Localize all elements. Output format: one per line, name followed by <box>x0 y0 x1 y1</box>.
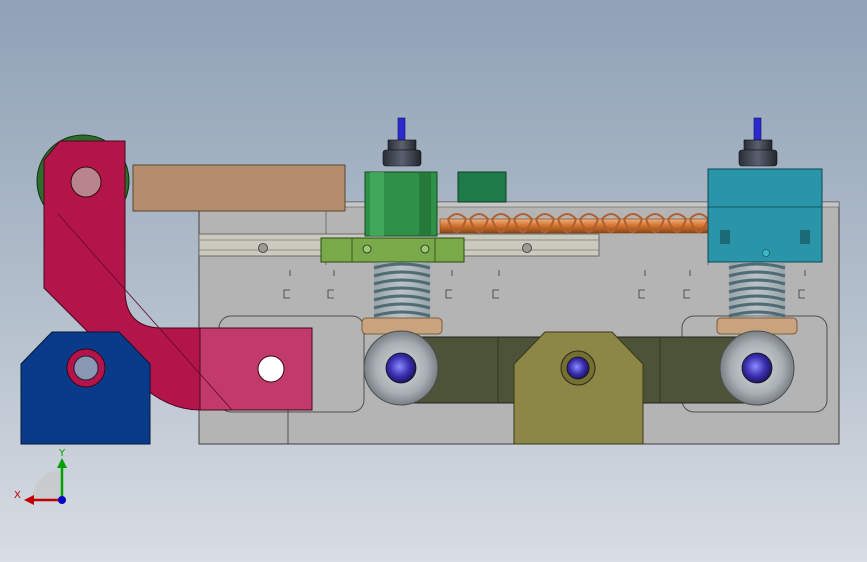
teal-block[interactable] <box>707 168 823 263</box>
axis-triad: X Y <box>14 448 67 505</box>
x-axis-arrow <box>24 495 34 505</box>
left-nut[interactable] <box>382 117 422 167</box>
tan-bar[interactable] <box>132 164 346 212</box>
right-roller-wheel[interactable] <box>719 330 795 406</box>
green-block[interactable] <box>364 171 438 237</box>
blue-bracket[interactable] <box>20 331 151 445</box>
green-cap-block[interactable] <box>457 171 507 203</box>
left-roller-wheel[interactable] <box>363 330 439 406</box>
assembly-drawing: X Y <box>14 117 840 505</box>
z-axis-dot <box>58 496 66 504</box>
slider-carriage[interactable] <box>320 237 465 263</box>
right-nut[interactable] <box>738 117 778 167</box>
x-axis-label: X <box>14 490 21 501</box>
y-axis-arrow <box>57 458 67 468</box>
olive-bracket[interactable] <box>513 331 644 445</box>
left-coil-spring[interactable] <box>361 262 443 335</box>
y-axis-label: Y <box>58 448 66 459</box>
right-coil-spring[interactable] <box>716 262 798 335</box>
cad-viewport[interactable]: X Y <box>0 0 867 562</box>
